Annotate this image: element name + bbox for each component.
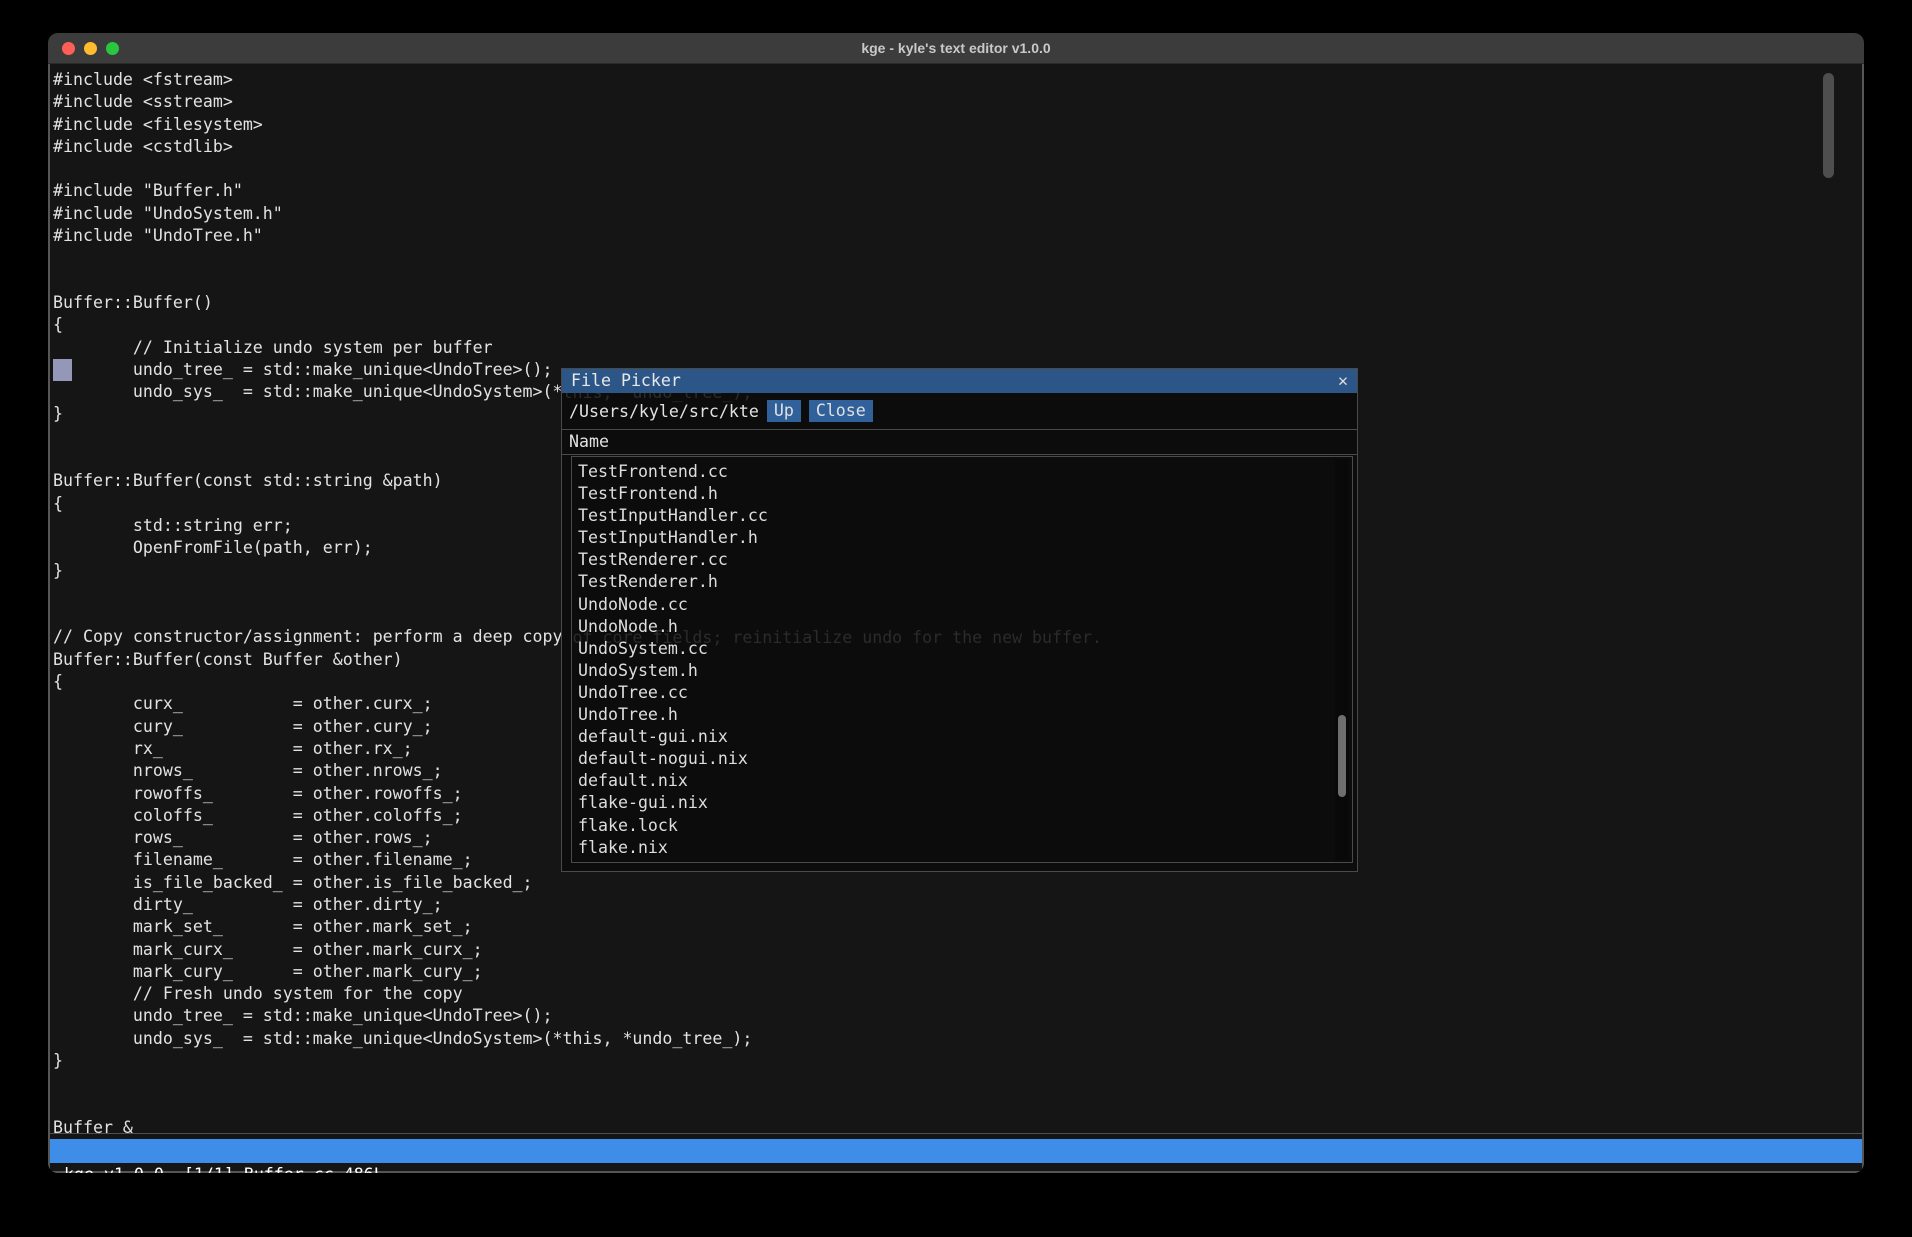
- dialog-titlebar[interactable]: File Picker ✕: [562, 369, 1357, 393]
- code-line: }: [53, 1050, 1102, 1072]
- column-header-name: Name: [562, 429, 1357, 455]
- window-titlebar[interactable]: kge - kyle's text editor v1.0.0: [48, 33, 1864, 64]
- traffic-light-zoom-icon[interactable]: [106, 42, 119, 55]
- file-item[interactable]: UndoTree.cc: [578, 682, 1352, 704]
- file-item[interactable]: UndoNode.cc: [578, 594, 1352, 616]
- code-line: [53, 247, 1102, 269]
- file-item[interactable]: UndoTree.h: [578, 704, 1352, 726]
- code-line: #include "Buffer.h": [53, 180, 1102, 202]
- code-line: #include <sstream>: [53, 91, 1102, 113]
- code-line: mark_cury_ = other.mark_cury_;: [53, 961, 1102, 983]
- code-line: is_file_backed_ = other.is_file_backed_;: [53, 872, 1102, 894]
- file-picker-dialog: undo_sys_ = std::make_unique<UndoSystem>…: [561, 368, 1358, 872]
- path-row: /Users/kyle/src/kte Up Close: [562, 393, 1357, 429]
- file-item[interactable]: default-nogui.nix: [578, 748, 1352, 770]
- code-line: #include "UndoTree.h": [53, 225, 1102, 247]
- code-line: #include <fstream>: [53, 69, 1102, 91]
- file-item[interactable]: TestRenderer.cc: [578, 549, 1352, 571]
- code-line: undo_tree_ = std::make_unique<UndoTree>(…: [53, 1005, 1102, 1027]
- code-line: [53, 1095, 1102, 1117]
- code-line: [53, 158, 1102, 180]
- code-line: Buffer::Buffer(): [53, 292, 1102, 314]
- code-line: mark_curx_ = other.mark_curx_;: [53, 939, 1102, 961]
- file-item[interactable]: flake.lock: [578, 815, 1352, 837]
- file-item[interactable]: UndoSystem.h: [578, 660, 1352, 682]
- file-list-scrollbar-track[interactable]: [1335, 459, 1349, 860]
- file-list-items: TestFrontend.ccTestFrontend.hTestInputHa…: [572, 457, 1352, 859]
- close-icon[interactable]: ✕: [1338, 369, 1348, 393]
- code-line: #include <cstdlib>: [53, 136, 1102, 158]
- code-line: undo_sys_ = std::make_unique<UndoSystem>…: [53, 1028, 1102, 1050]
- code-line: #include <filesystem>: [53, 114, 1102, 136]
- status-bar: kge v1.0.0 [1/1] Buffer.cc 486L Open Fil…: [50, 1139, 1862, 1163]
- file-item[interactable]: UndoNode.h: [578, 616, 1352, 638]
- code-line: #include "UndoSystem.h": [53, 203, 1102, 225]
- file-list: TestFrontend.ccTestFrontend.hTestInputHa…: [571, 456, 1353, 863]
- code-line: dirty_ = other.dirty_;: [53, 894, 1102, 916]
- current-path: /Users/kyle/src/kte: [569, 402, 759, 421]
- up-button[interactable]: Up: [767, 400, 801, 422]
- window-title: kge - kyle's text editor v1.0.0: [861, 33, 1050, 64]
- file-item[interactable]: TestFrontend.cc: [578, 461, 1352, 483]
- code-line: {: [53, 314, 1102, 336]
- code-line: // Fresh undo system for the copy: [53, 983, 1102, 1005]
- code-line: mark_set_ = other.mark_set_;: [53, 916, 1102, 938]
- traffic-light-minimize-icon[interactable]: [84, 42, 97, 55]
- file-item[interactable]: TestInputHandler.cc: [578, 505, 1352, 527]
- editor-scrollbar-thumb[interactable]: [1823, 73, 1834, 178]
- traffic-lights: [62, 33, 119, 64]
- status-divider: [50, 1133, 1862, 1134]
- file-item[interactable]: default.nix: [578, 770, 1352, 792]
- file-item[interactable]: TestInputHandler.h: [578, 527, 1352, 549]
- status-file-info: kge v1.0.0 [1/1] Buffer.cc 486L: [64, 1163, 384, 1173]
- traffic-light-close-icon[interactable]: [62, 42, 75, 55]
- file-item[interactable]: UndoSystem.cc: [578, 638, 1352, 660]
- file-item[interactable]: default-gui.nix: [578, 726, 1352, 748]
- code-line: [53, 270, 1102, 292]
- file-item[interactable]: TestFrontend.h: [578, 483, 1352, 505]
- code-line: // Initialize undo system per buffer: [53, 337, 1102, 359]
- code-line: [53, 1072, 1102, 1094]
- code-line: Buffer &: [53, 1117, 1102, 1139]
- editor-window: kge - kyle's text editor v1.0.0 #include…: [48, 33, 1864, 1173]
- close-button[interactable]: Close: [809, 400, 873, 422]
- dialog-title: File Picker: [571, 369, 681, 393]
- file-item[interactable]: TestRenderer.h: [578, 571, 1352, 593]
- file-item[interactable]: flake-gui.nix: [578, 792, 1352, 814]
- file-list-scrollbar-thumb[interactable]: [1338, 715, 1346, 797]
- file-item[interactable]: flake.nix: [578, 837, 1352, 859]
